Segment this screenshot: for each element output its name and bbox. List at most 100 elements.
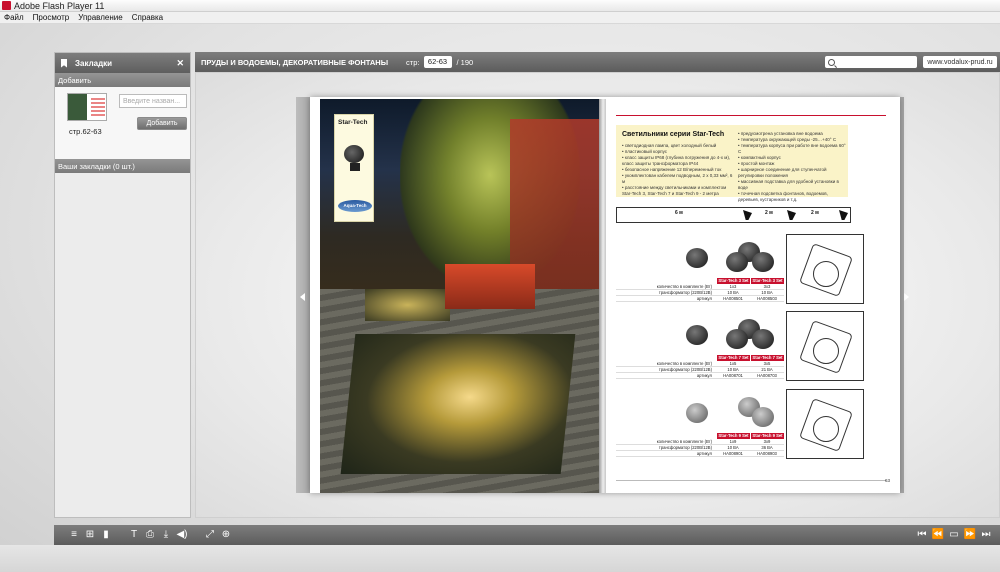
lamp-icon xyxy=(344,145,364,163)
right-page-catalog[interactable]: Светильники серии Star-Tech светодиодная… xyxy=(606,99,896,493)
top-toolbar: ПРУДЫ И ВОДОЕМЫ, ДЕКОРАТИВНЫЕ ФОНТАНЫ ст… xyxy=(195,52,1000,72)
menu-bar: Файл Просмотр Управление Справка xyxy=(0,12,1000,24)
zoom-in-icon[interactable]: ⊕ xyxy=(218,525,234,545)
text-icon[interactable]: T xyxy=(126,525,142,545)
bottom-toolbar: ≡ ⊞ ▮ T ⎙ ⤓ ◀) ⤢ ⊕ ⏮ ⏪ ▭ ⏩ ⏭ xyxy=(54,525,1000,545)
menu-control[interactable]: Управление xyxy=(74,13,127,22)
feature-item: точечная подсветка фонтанов, водоемов, д… xyxy=(738,191,846,203)
close-icon[interactable]: ✕ xyxy=(176,58,184,69)
features-left: светодиодная лампа, цвет холодный белый … xyxy=(622,143,734,197)
page-label: стр: xyxy=(406,57,420,67)
sound-icon[interactable]: ◀) xyxy=(174,525,190,545)
spec-table: Star-Tech 9 Set 1 Star-Tech 9 Set 3 коли… xyxy=(616,433,784,457)
bookmark-name-input[interactable] xyxy=(119,94,187,108)
features-right: предусмотрена установка вне водоема темп… xyxy=(738,131,846,203)
page-number: 63 xyxy=(884,478,890,483)
lamp-icon xyxy=(752,407,774,427)
previous-page-icon[interactable]: ⏪ xyxy=(930,525,946,545)
spec-table: Star-Tech 7 Set 1 Star-Tech 7 Set 3 коли… xyxy=(616,355,784,379)
menu-help[interactable]: Справка xyxy=(128,13,168,22)
brand-logo: Aqua-Tech xyxy=(338,200,372,212)
lamp-icon xyxy=(726,329,748,349)
table-row: артикул HA008501 HA008503 xyxy=(616,296,784,302)
thumbnails-icon[interactable]: ⊞ xyxy=(82,525,98,545)
product-section: Star-Tech 3 Set 1 Star-Tech 3 Set 3 коли… xyxy=(616,234,881,309)
cable-length-label: 6 м xyxy=(675,210,683,216)
technical-drawing xyxy=(786,311,864,381)
lamp-icon xyxy=(686,325,708,345)
bookmarks-panel: Закладки ✕ Добавить стр.62-63 Добавить В… xyxy=(54,52,191,518)
website-link[interactable]: www.vodalux-prud.ru xyxy=(923,56,997,68)
add-bookmark-section-title: Добавить xyxy=(55,73,190,87)
page-navigation: ⏮ ⏪ ▭ ⏩ ⏭ xyxy=(914,525,994,545)
print-icon[interactable]: ⎙ xyxy=(142,525,158,545)
page-number-input[interactable]: 62-63 xyxy=(423,56,452,68)
thumbnail-label: стр.62-63 xyxy=(69,127,102,136)
product-card-title: Star-Tech xyxy=(338,119,368,126)
page-total: / 190 xyxy=(456,57,474,67)
window-titlebar: Adobe Flash Player 11 xyxy=(0,0,1000,12)
bookmarks-title: Закладки xyxy=(75,58,113,68)
menu-view[interactable]: Просмотр xyxy=(29,13,75,22)
product-photo xyxy=(686,315,781,353)
feature-item: укомплектован кабелем подводным, 2 х 0,3… xyxy=(622,173,734,185)
lamp-icon xyxy=(752,252,774,272)
search-icon xyxy=(828,58,835,66)
window-footer xyxy=(0,545,1000,572)
bookmarks-icon[interactable]: ▮ xyxy=(98,525,114,545)
first-page-icon[interactable]: ⏮ xyxy=(914,525,930,545)
feature-item: расстояние между светильниками и комплек… xyxy=(622,185,734,197)
download-icon[interactable]: ⤓ xyxy=(158,525,174,545)
feature-item: класс защиты IP68 (глубина погружения до… xyxy=(622,155,734,167)
header-rule xyxy=(616,115,886,116)
product-section: Star-Tech 7 Set 1 Star-Tech 7 Set 3 коли… xyxy=(616,311,881,386)
next-page-icon[interactable]: ⏩ xyxy=(962,525,978,545)
lamp-icon xyxy=(752,329,774,349)
product-card: Star-Tech Aqua-Tech xyxy=(334,114,374,222)
bookmarks-list-header: Ваши закладки (0 шт.) xyxy=(55,159,190,173)
product-photo xyxy=(686,238,781,276)
add-bookmark-button[interactable]: Добавить xyxy=(137,117,187,130)
lamp-icon xyxy=(726,252,748,272)
technical-drawing xyxy=(786,234,864,304)
lamp-icon xyxy=(787,210,796,220)
feature-item: массивная подставка для удобной установк… xyxy=(738,179,846,191)
lamp-icon xyxy=(839,210,848,220)
cable-length-label: 2 м xyxy=(811,210,819,216)
document-title: ПРУДЫ И ВОДОЕМЫ, ДЕКОРАТИВНЫЕ ФОНТАНЫ xyxy=(201,57,389,67)
cable-diagram: 6 м 2 м 2 м xyxy=(616,207,851,223)
bookmark-icon xyxy=(61,58,67,68)
spec-table: Star-Tech 3 Set 1 Star-Tech 3 Set 3 коли… xyxy=(616,278,784,302)
table-of-contents-icon[interactable]: ≡ xyxy=(66,525,82,545)
photo-lower-pool xyxy=(340,334,576,474)
cable-length-label: 2 м xyxy=(765,210,773,216)
window-title: Adobe Flash Player 11 xyxy=(14,0,105,11)
lamp-stand xyxy=(350,163,360,171)
photo-planter xyxy=(445,264,535,309)
search-input[interactable] xyxy=(825,56,917,68)
feature-item: температура корпуса при работе вне водое… xyxy=(738,143,846,155)
bookmarks-header: Закладки ✕ xyxy=(55,53,190,73)
flash-app-icon xyxy=(2,1,11,10)
last-page-icon[interactable]: ⏭ xyxy=(978,525,994,545)
lamp-icon xyxy=(743,210,752,220)
prev-page-arrow-icon[interactable] xyxy=(300,293,305,301)
lamp-icon xyxy=(686,403,708,423)
page-view-icon[interactable]: ▭ xyxy=(946,525,962,545)
next-page-arrow-icon[interactable] xyxy=(904,293,909,301)
add-bookmark-area: стр.62-63 Добавить xyxy=(55,87,190,159)
info-title: Светильники серии Star-Tech xyxy=(622,131,725,138)
table-row: артикул HA008701 HA008703 xyxy=(616,373,784,379)
product-photo xyxy=(686,393,781,431)
fullscreen-icon[interactable]: ⤢ xyxy=(202,525,218,545)
technical-drawing xyxy=(786,389,864,459)
book-spread: Star-Tech Aqua-Tech Светильники серии St… xyxy=(310,97,900,493)
menu-file[interactable]: Файл xyxy=(0,13,29,22)
lamp-icon xyxy=(686,248,708,268)
feature-item: шарнирное соединение для ступенчатой рег… xyxy=(738,167,846,179)
page-thumbnail[interactable] xyxy=(67,93,107,121)
info-box: Светильники серии Star-Tech светодиодная… xyxy=(616,125,848,202)
table-row: артикул HA008901 HA008903 xyxy=(616,451,784,457)
left-page-photo[interactable]: Star-Tech Aqua-Tech xyxy=(320,99,601,493)
product-section: Star-Tech 9 Set 1 Star-Tech 9 Set 3 коли… xyxy=(616,389,881,464)
